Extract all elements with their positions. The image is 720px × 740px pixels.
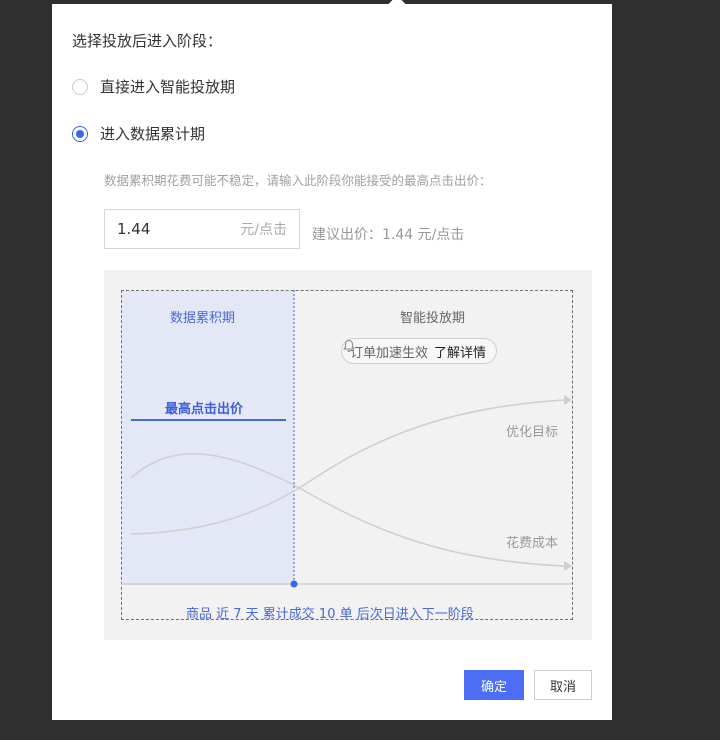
bid-description: 数据累积期花费可能不稳定，请输入此阶段你能接受的最高点击出价： — [104, 173, 492, 188]
radio-checked[interactable] — [72, 125, 88, 142]
learn-more-link[interactable]: 了解详情 — [434, 342, 486, 361]
order-boost-pill: 订单加速生效 了解详情 — [341, 338, 498, 364]
bid-value[interactable]: 1.44 — [117, 220, 150, 238]
phase1-label: 数据累积期 — [170, 311, 236, 326]
confirm-button[interactable]: 确定 — [464, 670, 524, 700]
bell-icon — [343, 339, 355, 352]
target-arrow — [564, 395, 572, 405]
cancel-button[interactable]: 取消 — [534, 670, 592, 700]
stage-diagram: 数据累积期 智能投放期 订单加速生效 了解详情 最高点击出价 优化目标 花费成本… — [104, 270, 592, 640]
cost-curve — [130, 453, 565, 567]
target-label: 优化目标 — [506, 425, 559, 440]
pill-text: 订单加速生效 — [350, 345, 429, 361]
stage-select-dialog: 选择投放后进入阶段： 直接进入智能投放期 进入数据累计期 数据累积期花费可能不稳… — [52, 0, 612, 720]
bid-unit: 元/点击 — [240, 222, 287, 238]
phase2-label: 智能投放期 — [400, 311, 466, 326]
section-title: 选择投放后进入阶段： — [72, 32, 223, 50]
footer-note: 商品 近 7 天 累计成交 10 单 后次日进入下一阶段 — [186, 607, 474, 622]
option-label: 直接进入智能投放期 — [100, 78, 236, 96]
cost-arrow — [564, 561, 572, 571]
radio-unchecked[interactable] — [72, 78, 88, 95]
popover-caret — [388, 0, 406, 13]
option-smart-delivery[interactable]: 直接进入智能投放期 — [72, 76, 235, 97]
suggested-bid: 建议出价：1.44 元/点击 — [312, 227, 465, 243]
option-label: 进入数据累计期 — [100, 125, 206, 143]
phase-switch-point — [290, 580, 298, 588]
max-bid-label: 最高点击出价 — [165, 402, 244, 417]
option-data-accumulation[interactable]: 进入数据累计期 — [72, 123, 205, 144]
cost-label: 花费成本 — [506, 536, 559, 551]
max-bid-input[interactable]: 1.44 元/点击 — [104, 209, 300, 249]
